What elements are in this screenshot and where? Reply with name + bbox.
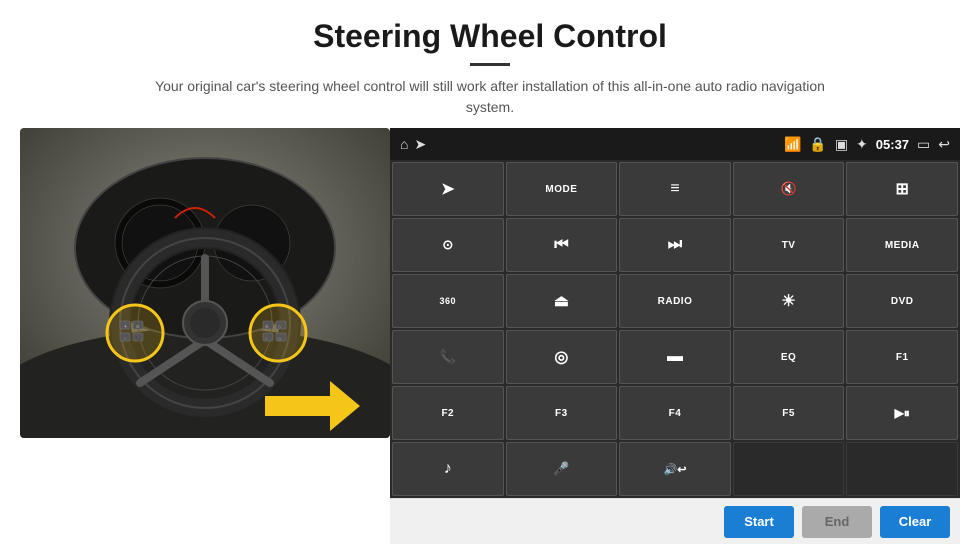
svg-text:⚙: ⚙ xyxy=(265,324,269,329)
clear-button[interactable]: Clear xyxy=(880,506,950,538)
car-image: + - ☰ 📞 ⚙ ◇ ○ ◇ xyxy=(20,128,390,438)
btn-list[interactable]: ≡ xyxy=(619,162,731,216)
btn-mute[interactable]: 🔇 xyxy=(733,162,845,216)
btn-360[interactable]: 360 xyxy=(392,274,504,328)
bluetooth-icon: ✦ xyxy=(856,136,868,153)
title-divider xyxy=(470,63,510,66)
btn-nav[interactable]: ➤ xyxy=(392,162,504,216)
btn-phone[interactable]: 📞 xyxy=(392,330,504,384)
btn-empty-1 xyxy=(733,442,845,496)
bottom-action-bar: Start End Clear xyxy=(390,498,960,544)
btn-camera[interactable]: ⊙ xyxy=(392,218,504,272)
btn-brightness[interactable]: ☀ xyxy=(733,274,845,328)
btn-media[interactable]: MEDIA xyxy=(846,218,958,272)
btn-empty-2 xyxy=(846,442,958,496)
btn-tv[interactable]: TV xyxy=(733,218,845,272)
btn-radio[interactable]: RADIO xyxy=(619,274,731,328)
btn-dvd[interactable]: DVD xyxy=(846,274,958,328)
btn-swirl[interactable]: ◎ xyxy=(506,330,618,384)
home-icon[interactable]: ⌂ xyxy=(400,136,408,152)
svg-text:+: + xyxy=(124,324,127,330)
btn-music[interactable]: ♪ xyxy=(392,442,504,496)
svg-text:📞: 📞 xyxy=(135,335,142,342)
btn-mic[interactable]: 🎤 xyxy=(506,442,618,496)
btn-minus[interactable]: ▬ xyxy=(619,330,731,384)
wifi-icon: 📶 xyxy=(784,136,801,153)
button-grid: ➤ MODE ≡ 🔇 ⊞ ⊙ ⏮ ⏭ TV MEDIA 360 ⏏ RADIO … xyxy=(390,160,960,498)
navigation-icon[interactable]: ➤ xyxy=(414,136,426,153)
panel-topbar: ⌂ ➤ 📶 🔒 ▣ ✦ 05:37 ▭ ↩ xyxy=(390,128,960,160)
btn-f5[interactable]: F5 xyxy=(733,386,845,440)
end-button[interactable]: End xyxy=(802,506,872,538)
btn-f3[interactable]: F3 xyxy=(506,386,618,440)
subtitle-text: Your original car's steering wheel contr… xyxy=(140,76,840,118)
btn-eq[interactable]: EQ xyxy=(733,330,845,384)
back-icon[interactable]: ↩ xyxy=(938,136,950,153)
control-panel: ⌂ ➤ 📶 🔒 ▣ ✦ 05:37 ▭ ↩ ➤ MODE ≡ xyxy=(390,128,960,544)
btn-apps[interactable]: ⊞ xyxy=(846,162,958,216)
btn-mode[interactable]: MODE xyxy=(506,162,618,216)
btn-f1[interactable]: F1 xyxy=(846,330,958,384)
cast-icon: ▭ xyxy=(917,136,930,153)
btn-vol-back[interactable]: 🔊↩ xyxy=(619,442,731,496)
btn-playpause[interactable]: ▶⏸ xyxy=(846,386,958,440)
btn-f2[interactable]: F2 xyxy=(392,386,504,440)
lock-icon: 🔒 xyxy=(809,136,826,153)
clock-display: 05:37 xyxy=(876,137,909,152)
btn-prev[interactable]: ⏮ xyxy=(506,218,618,272)
svg-text:☰: ☰ xyxy=(136,324,140,329)
btn-eject[interactable]: ⏏ xyxy=(506,274,618,328)
start-button[interactable]: Start xyxy=(724,506,794,538)
page-title: Steering Wheel Control xyxy=(40,18,940,55)
sd-icon: ▣ xyxy=(835,136,848,153)
btn-f4[interactable]: F4 xyxy=(619,386,731,440)
btn-next[interactable]: ⏭ xyxy=(619,218,731,272)
